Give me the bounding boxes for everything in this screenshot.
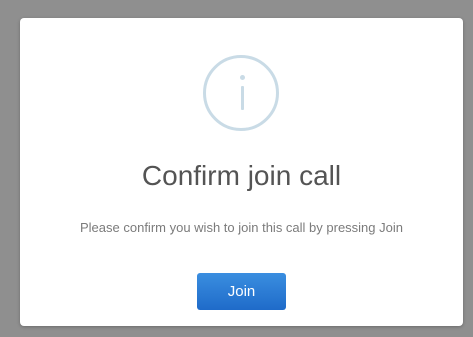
info-icon-dot — [240, 75, 245, 80]
dialog-title: Confirm join call — [141, 160, 342, 191]
join-button[interactable]: Join — [197, 273, 286, 310]
info-icon — [203, 55, 279, 131]
info-icon-stem — [241, 86, 244, 110]
dialog-message: Please confirm you wish to join this cal… — [80, 220, 403, 235]
confirm-join-dialog: Confirm join call Please confirm you wis… — [20, 18, 463, 326]
